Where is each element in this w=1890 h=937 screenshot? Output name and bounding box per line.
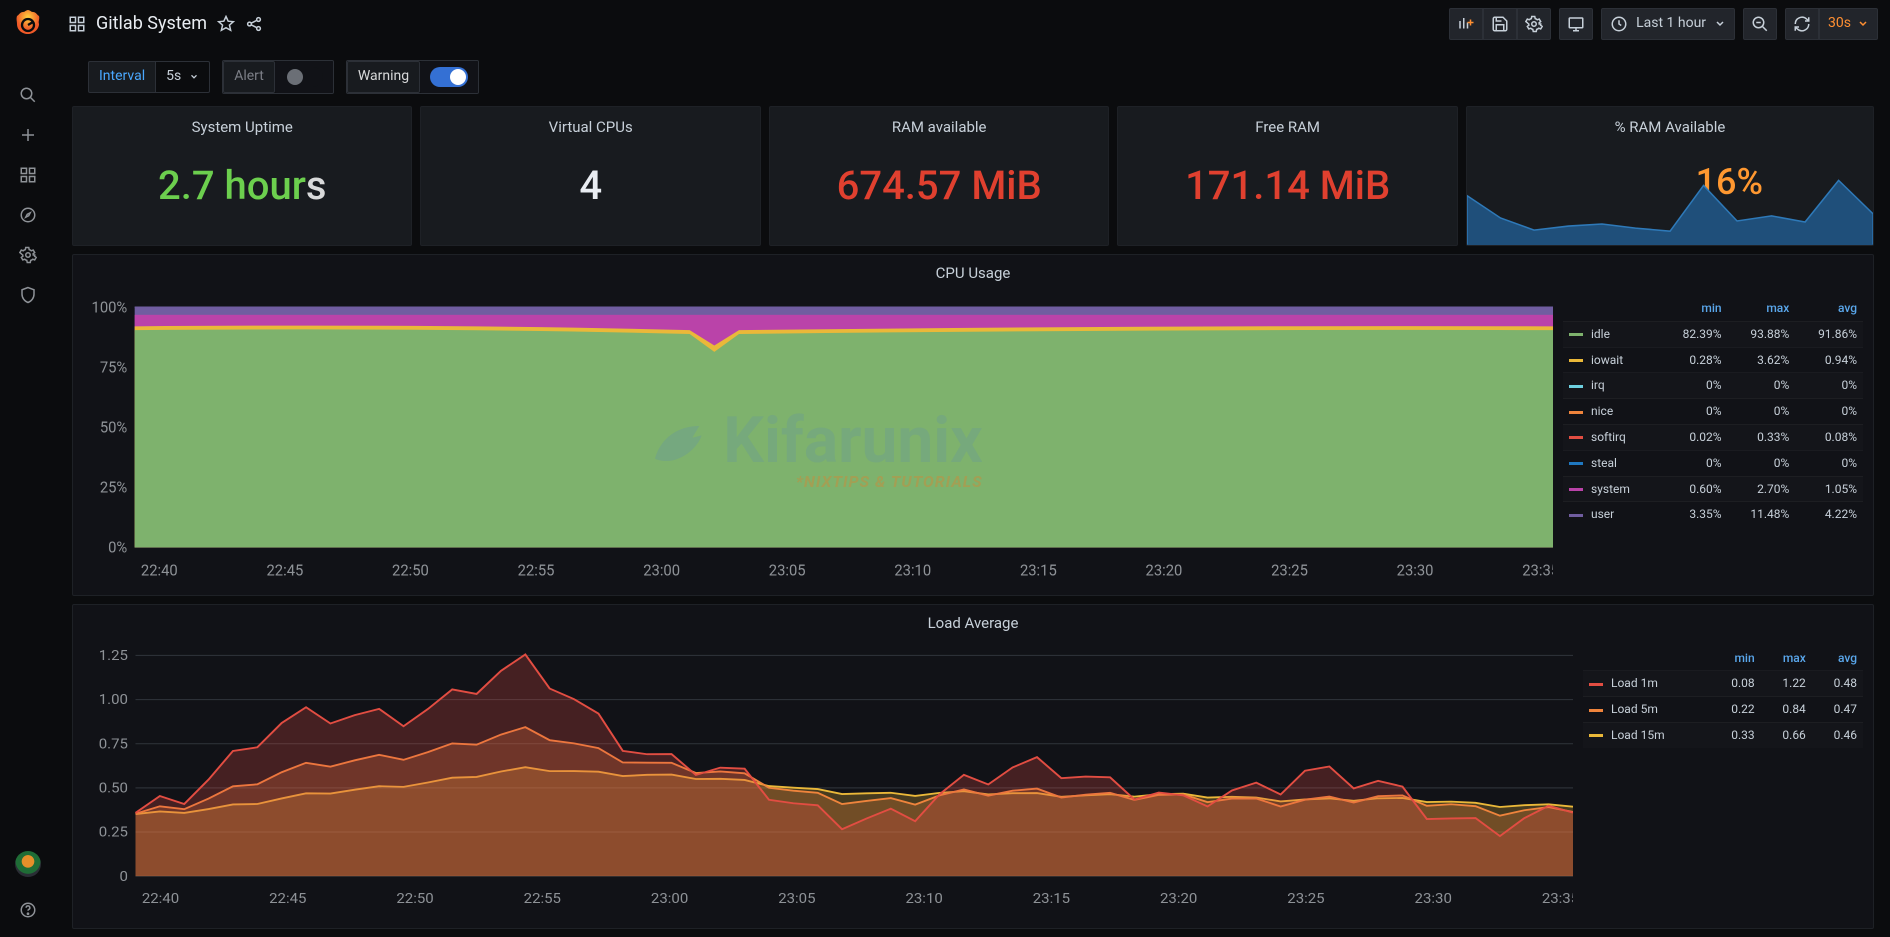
sidebar: [0, 0, 56, 937]
search-icon[interactable]: [19, 86, 37, 104]
legend-row[interactable]: Load 1m0.081.220.48: [1583, 671, 1863, 697]
svg-text:0%: 0%: [108, 538, 127, 556]
legend-row[interactable]: Load 15m0.330.660.46: [1583, 722, 1863, 747]
warning-toggle[interactable]: [420, 61, 478, 93]
refresh-interval-button[interactable]: 30s: [1819, 8, 1878, 40]
svg-text:23:10: 23:10: [905, 890, 942, 906]
svg-text:1.25: 1.25: [99, 647, 128, 663]
zoom-out-button[interactable]: [1743, 8, 1777, 40]
warning-label: Warning: [347, 61, 420, 93]
dashboard-grid-icon[interactable]: [68, 15, 86, 33]
legend-row[interactable]: nice0%0%0%: [1563, 399, 1863, 425]
legend-row[interactable]: system0.60%2.70%1.05%: [1563, 476, 1863, 502]
svg-text:23:35: 23:35: [1522, 561, 1553, 579]
refresh-button[interactable]: [1785, 8, 1819, 40]
legend-row[interactable]: iowait0.28%3.62%0.94%: [1563, 347, 1863, 373]
svg-text:22:50: 22:50: [396, 890, 433, 906]
legend-row[interactable]: irq0%0%0%: [1563, 373, 1863, 399]
time-range-label: Last 1 hour: [1636, 14, 1706, 34]
dashboards-icon[interactable]: [19, 166, 37, 184]
svg-text:23:00: 23:00: [643, 561, 680, 579]
svg-text:22:40: 22:40: [141, 561, 178, 579]
load-legend[interactable]: min max avg Load 1m0.081.220.48Load 5m0.…: [1573, 638, 1873, 928]
shield-icon[interactable]: [19, 286, 37, 304]
interval-select[interactable]: 5s: [155, 61, 210, 93]
svg-text:22:55: 22:55: [518, 561, 555, 579]
explore-icon[interactable]: [19, 206, 37, 224]
svg-text:23:05: 23:05: [778, 890, 815, 906]
panel-ram-available[interactable]: RAM available 674.57 MiB: [769, 106, 1109, 246]
svg-text:100%: 100%: [92, 298, 128, 316]
svg-text:0: 0: [120, 868, 128, 884]
alert-label: Alert: [223, 61, 275, 93]
svg-text:0.25: 0.25: [99, 824, 128, 840]
stat-row: System Uptime 2.7 hours Virtual CPUs 4 R…: [72, 106, 1874, 246]
panel-system-uptime[interactable]: System Uptime 2.7 hours: [72, 106, 412, 246]
panel-cpu-usage[interactable]: CPU Usage 0% 25% 50% 75%: [72, 254, 1874, 596]
svg-text:22:40: 22:40: [142, 890, 179, 906]
svg-text:23:15: 23:15: [1020, 561, 1057, 579]
svg-text:23:30: 23:30: [1397, 561, 1434, 579]
panel-free-ram[interactable]: Free RAM 171.14 MiB: [1117, 106, 1457, 246]
legend-row[interactable]: user3.35%11.48%4.22%: [1563, 502, 1863, 527]
panel-load-average[interactable]: Load Average 0 0.25 0.50 0.75: [72, 604, 1874, 929]
svg-text:23:35: 23:35: [1542, 890, 1573, 906]
svg-text:23:10: 23:10: [894, 561, 931, 579]
svg-text:50%: 50%: [100, 418, 127, 436]
dashboard-title[interactable]: Gitlab System: [96, 11, 207, 36]
user-avatar[interactable]: [15, 851, 41, 877]
cpu-plot[interactable]: 0% 25% 50% 75% 100% 22:40 22:45 22:50 22:55…: [73, 288, 1553, 595]
svg-text:1.00: 1.00: [99, 691, 128, 707]
variables-row: Interval 5s Alert Warning: [56, 48, 1890, 106]
legend-row[interactable]: softirq0.02%0.33%0.08%: [1563, 424, 1863, 450]
svg-text:75%: 75%: [100, 358, 127, 376]
tv-mode-button[interactable]: [1559, 8, 1593, 40]
topbar: Gitlab System Last 1 hour 30s: [56, 0, 1890, 48]
add-panel-button[interactable]: [1449, 8, 1483, 40]
svg-text:0.75: 0.75: [99, 735, 128, 751]
svg-text:23:05: 23:05: [769, 561, 806, 579]
help-icon[interactable]: [19, 901, 37, 919]
svg-text:22:55: 22:55: [524, 890, 561, 906]
load-plot[interactable]: 0 0.25 0.50 0.75 1.00 1.25 22:40 22:45 22:…: [73, 638, 1573, 928]
configuration-icon[interactable]: [19, 246, 37, 264]
save-button[interactable]: [1483, 8, 1517, 40]
legend-row[interactable]: idle82.39%93.88%91.86%: [1563, 321, 1863, 347]
panel-pct-ram[interactable]: % RAM Available 16%: [1466, 106, 1874, 246]
svg-text:23:25: 23:25: [1271, 561, 1308, 579]
interval-label: Interval: [88, 61, 155, 93]
svg-text:23:25: 23:25: [1287, 890, 1324, 906]
alert-toggle[interactable]: [275, 61, 333, 93]
time-range-button[interactable]: Last 1 hour: [1601, 8, 1735, 40]
svg-text:0.50: 0.50: [99, 780, 128, 796]
svg-text:23:20: 23:20: [1160, 890, 1197, 906]
share-icon[interactable]: [245, 15, 263, 33]
legend-row[interactable]: Load 5m0.220.840.47: [1583, 697, 1863, 723]
legend-row[interactable]: steal0%0%0%: [1563, 450, 1863, 476]
svg-text:22:45: 22:45: [266, 561, 303, 579]
svg-text:23:00: 23:00: [651, 890, 688, 906]
cpu-legend[interactable]: min max avg idle82.39%93.88%91.86%iowait…: [1553, 288, 1873, 595]
svg-text:22:45: 22:45: [269, 890, 306, 906]
settings-button[interactable]: [1517, 8, 1551, 40]
svg-text:22:50: 22:50: [392, 561, 429, 579]
svg-text:23:15: 23:15: [1033, 890, 1070, 906]
grafana-logo[interactable]: [12, 8, 44, 40]
panel-virtual-cpus[interactable]: Virtual CPUs 4: [420, 106, 760, 246]
svg-text:23:30: 23:30: [1415, 890, 1452, 906]
star-icon[interactable]: [217, 15, 235, 33]
plus-icon[interactable]: [19, 126, 37, 144]
svg-text:23:20: 23:20: [1146, 561, 1183, 579]
sparkline-ram: [1467, 155, 1873, 245]
svg-text:25%: 25%: [100, 478, 127, 496]
